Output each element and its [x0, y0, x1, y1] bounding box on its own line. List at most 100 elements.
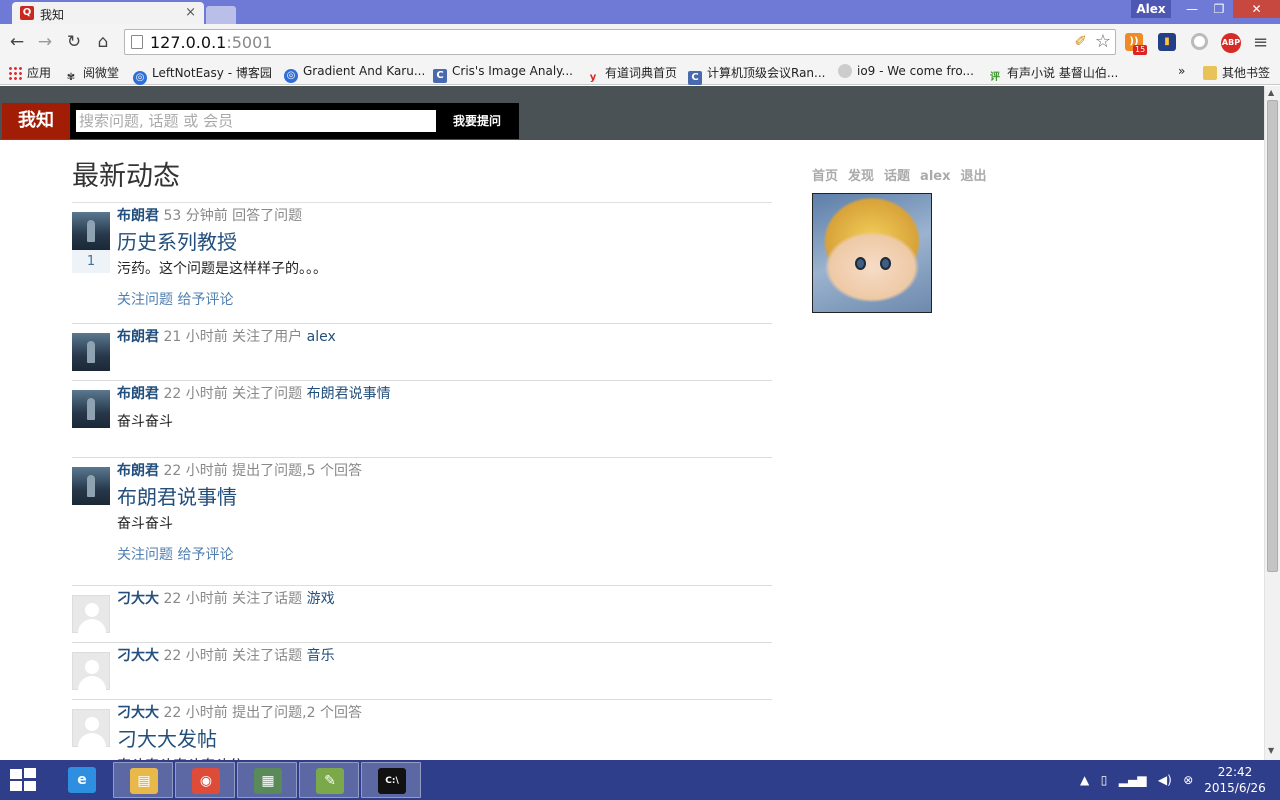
- item-actions: 关注问题 给予评论: [117, 290, 772, 310]
- avatar[interactable]: [72, 333, 110, 371]
- profile-badge[interactable]: Alex: [1131, 0, 1171, 18]
- nav-discover[interactable]: 发现: [848, 169, 874, 184]
- object-link[interactable]: 布朗君说事情: [307, 386, 391, 402]
- bookmark-item[interactable]: »: [1178, 64, 1185, 78]
- feather-icon[interactable]: ✐: [1074, 32, 1087, 50]
- tab-close-icon[interactable]: ×: [185, 5, 196, 20]
- user-link[interactable]: 刁大大: [117, 591, 159, 607]
- bookmarks-bar: 应用 ✾ 阅微堂 ◎ LeftNotEasy - 博客园 ◎ Gradient And Ka…: [0, 60, 1280, 85]
- search-input[interactable]: [76, 110, 436, 132]
- windows-start-icon[interactable]: [8, 768, 38, 792]
- feed-item-content: 布朗君 22 小时前 关注了问题 布朗君说事情 奋斗奋斗: [117, 384, 772, 432]
- follow-question-link[interactable]: 关注问题: [117, 292, 173, 308]
- question-title[interactable]: 历史系列教授: [117, 229, 772, 255]
- bookmark-star-icon[interactable]: ☆: [1095, 31, 1111, 52]
- feed-item-content: 刁大大 22 小时前 提出了问题,2 个回答刁大大发帖奋斗奋斗奋斗奋斗分: [117, 703, 772, 760]
- object-link[interactable]: 音乐: [307, 648, 335, 664]
- feed-item-content: 刁大大 22 小时前 关注了话题 游戏: [117, 589, 772, 609]
- bookmark-label: Cris's Image Analy...: [452, 64, 573, 78]
- bookmark-item[interactable]: 应用: [8, 64, 51, 81]
- circle-extension-icon[interactable]: [1191, 33, 1208, 50]
- taskbar-chrome[interactable]: ◉: [175, 762, 235, 798]
- feed-meta: 布朗君 22 小时前 提出了问题,5 个回答: [117, 461, 772, 481]
- avatar[interactable]: [72, 390, 110, 428]
- nav-home[interactable]: 首页: [812, 169, 838, 184]
- action-center-icon[interactable]: ⊗: [1183, 773, 1193, 787]
- avatar[interactable]: [72, 467, 110, 505]
- vote-count[interactable]: 1: [72, 250, 110, 273]
- bookmark-item[interactable]: 其他书签: [1203, 64, 1270, 81]
- object-link[interactable]: 游戏: [307, 591, 335, 607]
- user-link[interactable]: 刁大大: [117, 648, 159, 664]
- scroll-down-icon[interactable]: ▼: [1268, 746, 1274, 755]
- user-avatar[interactable]: [812, 193, 932, 313]
- taskbar-notepad[interactable]: ✎: [299, 762, 359, 798]
- minimize-icon[interactable]: —: [1178, 0, 1206, 18]
- address-bar[interactable]: 127.0.0.1:5001 ✐ ☆: [124, 29, 1116, 55]
- close-window-icon[interactable]: ✕: [1233, 0, 1280, 18]
- question-title[interactable]: 布朗君说事情: [117, 484, 772, 510]
- bookmark-item[interactable]: y 有道词典首页: [586, 64, 677, 85]
- avatar-head: [85, 603, 99, 617]
- activity-feed: 最新动态 1 布朗君 53 分钟前 回答了问题 历史系列教授 污药。这个问题是这样样子…: [72, 140, 772, 760]
- taskbar-ie[interactable]: e: [52, 762, 112, 798]
- clock[interactable]: 22:42 2015/6/26: [1200, 764, 1270, 796]
- home-icon[interactable]: ⌂: [91, 30, 115, 54]
- avatar[interactable]: [72, 595, 110, 634]
- bookmark-item[interactable]: C Cris's Image Analy...: [433, 64, 573, 83]
- user-link[interactable]: 布朗君: [117, 463, 159, 479]
- tray-up-arrow-icon[interactable]: ▲: [1080, 773, 1089, 787]
- cmd-icon: C:\: [378, 768, 406, 794]
- taskbar-explorer[interactable]: ▤: [113, 762, 173, 798]
- stats-chart-icon[interactable]: ▮: [1158, 33, 1176, 51]
- system-tray[interactable]: ▲ ▯ ▂▄▆ ◀) ⊗: [1080, 773, 1193, 787]
- menu-icon[interactable]: ≡: [1253, 32, 1268, 53]
- adblock-icon[interactable]: ABP: [1221, 33, 1241, 53]
- question-title[interactable]: 刁大大发帖: [117, 726, 772, 752]
- taskbar-cmd[interactable]: C:\: [361, 762, 421, 798]
- bookmark-item[interactable]: C 计算机顶级会议Ran...: [688, 64, 825, 85]
- feed-item-content: 布朗君 22 小时前 提出了问题,5 个回答 布朗君说事情 奋斗奋斗 关注问题 给予评…: [117, 461, 772, 565]
- reload-icon[interactable]: ↻: [62, 30, 86, 54]
- avatar-eye: [855, 257, 866, 270]
- volume-icon[interactable]: ◀): [1158, 773, 1172, 787]
- back-arrow-icon[interactable]: ←: [5, 30, 29, 54]
- new-tab-button[interactable]: [206, 6, 236, 24]
- user-link[interactable]: 布朗君: [117, 208, 159, 224]
- user-link[interactable]: 布朗君: [117, 329, 159, 345]
- bookmark-label: 有道词典首页: [605, 66, 678, 80]
- comment-link[interactable]: 给予评论: [177, 292, 233, 308]
- activity-text: 53 分钟前 回答了问题: [159, 208, 303, 224]
- ask-question-button[interactable]: 我要提问: [442, 109, 512, 133]
- user-link[interactable]: 刁大大: [117, 705, 159, 721]
- follow-question-link[interactable]: 关注问题: [117, 547, 173, 563]
- scroll-up-icon[interactable]: ▲: [1268, 88, 1274, 97]
- bookmark-item[interactable]: io9 - We come fro...: [838, 64, 974, 78]
- bookmark-item[interactable]: 评有声小说 基督山伯...: [988, 64, 1118, 85]
- feed-item: 布朗君 22 小时前 关注了问题 布朗君说事情 奋斗奋斗: [72, 384, 772, 458]
- object-link[interactable]: alex: [307, 329, 336, 345]
- taskbar: e ▤ ◉ ▦ ✎ C:\ ▲ ▯ ▂▄▆ ◀) ⊗ 22:42 2015/6/26: [0, 760, 1280, 800]
- bookmark-item[interactable]: ✾ 阅微堂: [64, 64, 119, 85]
- nav-profile[interactable]: alex: [920, 169, 950, 184]
- signal-icon[interactable]: ▂▄▆: [1119, 773, 1147, 787]
- restore-icon[interactable]: ❐: [1205, 0, 1233, 18]
- rss-count-badge: 15: [1133, 45, 1148, 55]
- scroll-thumb[interactable]: [1267, 100, 1278, 572]
- network-icon[interactable]: ▯: [1101, 773, 1108, 787]
- scrollbar[interactable]: ▲ ▼: [1264, 86, 1280, 760]
- user-link[interactable]: 布朗君: [117, 386, 159, 402]
- forward-arrow-icon[interactable]: →: [33, 30, 57, 54]
- site-logo[interactable]: 我知: [2, 103, 70, 139]
- bookmark-item[interactable]: ◎ LeftNotEasy - 博客园: [133, 64, 272, 85]
- tab-active[interactable]: Q 我知 ×: [12, 2, 204, 24]
- taskbar-reader[interactable]: ▦: [237, 762, 297, 798]
- avatar[interactable]: [72, 652, 110, 691]
- feed-item-content: 刁大大 22 小时前 关注了话题 音乐: [117, 646, 772, 666]
- avatar[interactable]: [72, 212, 110, 250]
- bookmark-item[interactable]: ◎ Gradient And Karu...: [284, 64, 425, 83]
- nav-logout[interactable]: 退出: [960, 169, 986, 184]
- nav-topics[interactable]: 话题: [884, 169, 910, 184]
- avatar[interactable]: [72, 709, 110, 748]
- comment-link[interactable]: 给予评论: [177, 547, 233, 563]
